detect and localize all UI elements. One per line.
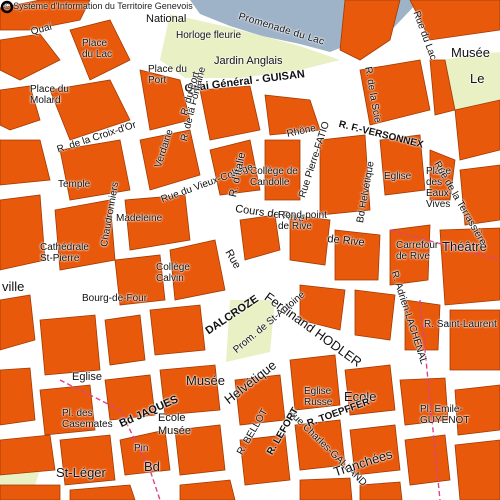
label-pl-emile-guyenot: Pl. Emile-GUYÉNOT (420, 404, 470, 426)
label-rue-saint-laurent: R. Saint-Laurent (424, 319, 497, 330)
label-eglise-russe: Eglise Russe (304, 386, 333, 408)
label-rond-point-de-rive: Rond-point de Rive (278, 210, 327, 232)
label-eglise-right: Eglise (384, 171, 412, 182)
label-jardin-anglais: Jardin Anglais (214, 55, 283, 67)
label-musee-bottom: Musée (186, 373, 226, 388)
label-rue-de-la-madeleine: Madeleine (116, 213, 163, 224)
label-horloge-fleurie: Horloge fleurie (176, 30, 242, 41)
label-st-leger: St-Léger (56, 465, 106, 480)
label-pin: Pin (134, 443, 149, 454)
label-college-calvin: Collège Calvin (156, 262, 190, 284)
copyright-notice: © Système d'Information du Territoire Ge… (4, 1, 193, 11)
label-place-du-port: Place du Port (148, 64, 187, 86)
label-cathedrale: Cathédrale St-Pierre (40, 242, 89, 264)
label-place-du-lac: Place du Lac (82, 38, 113, 60)
label-le: Le (470, 71, 485, 86)
label-bourg-de-four: Bourg-de-Four (82, 293, 148, 304)
label-pl-des-casemates: Pl. des Casemates (62, 408, 113, 430)
label-musee-top: Musée (451, 45, 491, 60)
label-carrefour-de-rive: Carrefour de Rive (396, 240, 439, 262)
label-temple: Temple (58, 179, 91, 190)
label-place-du-molard: Place du Molard (30, 84, 69, 106)
label-eglise-left: Eglise (72, 371, 102, 383)
label-national: National (146, 13, 187, 25)
map-viewport[interactable]: © Système d'Information du Territoire Ge… (0, 0, 500, 500)
location-circle-icon[interactable] (0, 0, 14, 14)
label-bd: Bd (144, 459, 160, 474)
label-college-de-candolle: Collège de Candolle (250, 166, 298, 188)
label-ecole-musee: Ecole Musée (158, 412, 192, 437)
label-ville: ville (2, 279, 25, 294)
